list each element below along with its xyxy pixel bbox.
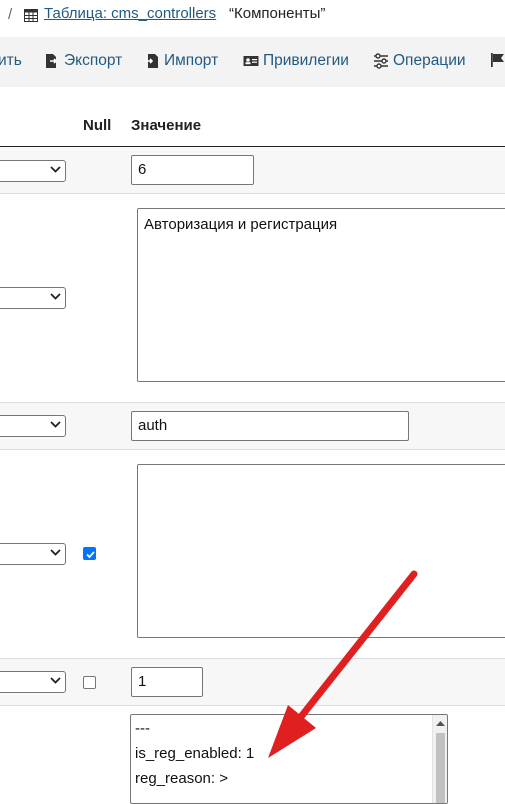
table-comment: “Компоненты” [229,5,326,22]
null-checkbox[interactable] [83,676,96,689]
checkmark-icon [86,551,95,559]
edit-tab[interactable]: ить [0,52,22,70]
value-input[interactable]: 1 [131,667,203,697]
flag-icon [490,52,505,68]
toolbar: ить Экспорт Импорт Привилегии Операции [0,37,505,87]
scrollbar-thumb[interactable] [436,733,445,803]
operations-tab[interactable]: Операции [373,52,466,70]
options-line: reg_reason: > [135,770,228,787]
import-tab[interactable]: Импорт [144,52,218,70]
null-column-header: Null [83,117,112,134]
table-header: Null Значение [0,105,505,148]
edit-tab-label: ить [0,52,22,69]
import-tab-label: Импорт [164,52,219,69]
options-textarea[interactable]: --- is_reg_enabled: 1 reg_reason: > [130,714,448,804]
value-textarea[interactable] [137,464,505,638]
operations-tab-label: Операции [393,52,466,69]
function-select[interactable] [0,415,66,437]
function-select[interactable] [0,543,66,565]
chevron-down-icon [50,293,61,300]
table-icon [24,9,38,26]
export-icon [44,53,60,69]
table-row: Авторизация и регистрация [0,194,505,403]
table-row [0,450,505,659]
value-input[interactable]: 6 [131,155,254,185]
scroll-up-icon [436,721,445,726]
table-row: 6 [0,147,505,194]
table-link[interactable]: Таблица: cms_controllers [44,5,216,22]
tracking-tab[interactable] [490,52,505,68]
breadcrumb-separator: / [8,6,13,23]
table-row: auth [0,403,505,450]
import-icon [144,53,160,69]
options-line: is_reg_enabled: 1 [135,745,255,762]
export-tab-label: Экспорт [64,52,123,69]
chevron-down-icon [50,166,61,173]
table-row: --- is_reg_enabled: 1 reg_reason: > [0,706,505,804]
chevron-down-icon [50,549,61,556]
function-select[interactable] [0,160,66,182]
privileges-tab-label: Привилегии [263,52,349,69]
chevron-down-icon [50,677,61,684]
options-line: --- [135,720,150,737]
table-row: 1 [0,659,505,706]
value-textarea[interactable]: Авторизация и регистрация [137,208,505,382]
textarea-scrollbar[interactable] [432,715,447,803]
value-input[interactable]: auth [131,411,409,441]
function-select[interactable] [0,287,66,309]
privileges-icon [243,53,259,69]
value-column-header: Значение [131,117,202,134]
null-checkbox[interactable] [83,547,96,560]
export-tab[interactable]: Экспорт [44,52,122,70]
operations-icon [373,53,389,69]
privileges-tab[interactable]: Привилегии [243,52,349,70]
chevron-down-icon [50,421,61,428]
function-select[interactable] [0,671,66,693]
breadcrumb: / Таблица: cms_controllers “Компоненты” [0,0,505,32]
